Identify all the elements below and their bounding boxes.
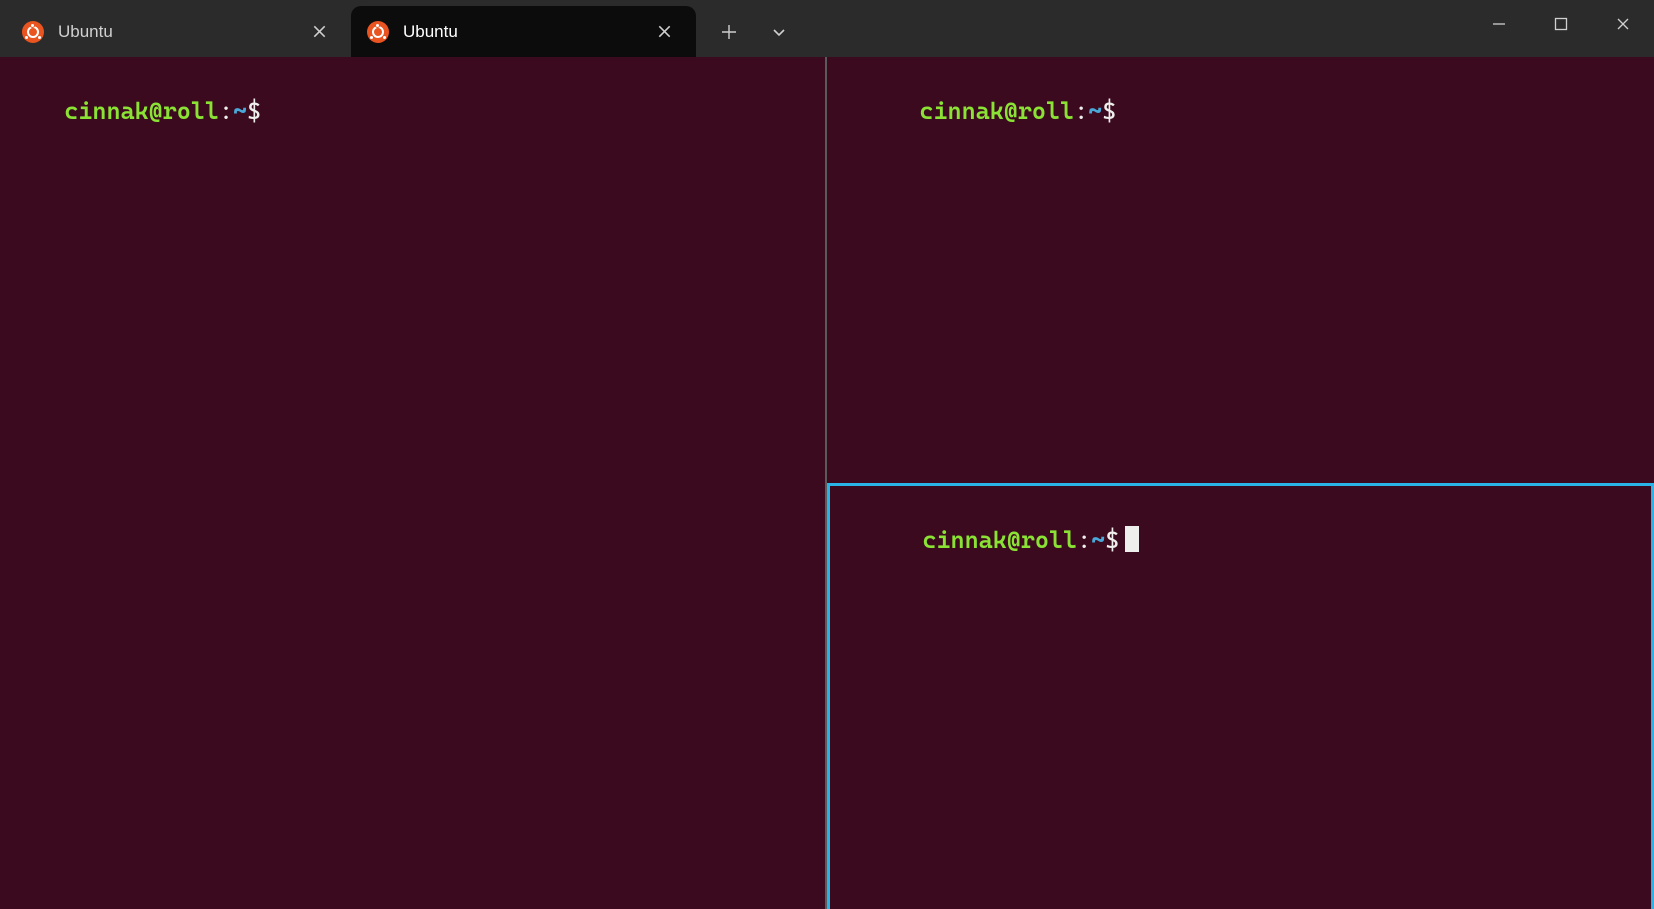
prompt-separator: :	[1074, 97, 1088, 125]
tab-strip: Ubuntu Ubuntu	[0, 0, 696, 57]
maximize-icon	[1554, 17, 1568, 31]
prompt-userhost: cinnak@roll	[919, 97, 1074, 125]
ubuntu-logo-icon	[22, 21, 44, 43]
close-tab-button[interactable]	[303, 16, 335, 48]
tab-label: Ubuntu	[58, 22, 289, 42]
minimize-icon	[1492, 17, 1506, 31]
prompt-path: ~	[233, 97, 247, 125]
prompt-sigil: $	[1102, 97, 1116, 125]
close-window-button[interactable]	[1592, 0, 1654, 48]
tab-label: Ubuntu	[403, 22, 634, 42]
text-cursor	[1125, 526, 1139, 552]
tab-dropdown-button[interactable]	[756, 8, 802, 56]
titlebar: Ubuntu Ubuntu	[0, 0, 1654, 57]
prompt-separator: :	[1077, 526, 1091, 554]
tab-ubuntu-1[interactable]: Ubuntu	[6, 6, 351, 57]
close-icon	[313, 25, 326, 38]
maximize-button[interactable]	[1530, 0, 1592, 48]
terminal-pane-bottom-right[interactable]: cinnak@roll:~$	[827, 483, 1654, 909]
tab-ubuntu-2[interactable]: Ubuntu	[351, 6, 696, 57]
prompt-sigil: $	[247, 97, 261, 125]
plus-icon	[721, 24, 737, 40]
window-controls	[1468, 0, 1654, 57]
prompt-sigil: $	[1105, 526, 1119, 554]
prompt-userhost: cinnak@roll	[64, 97, 219, 125]
titlebar-drag-region[interactable]	[802, 0, 1468, 57]
close-icon	[658, 25, 671, 38]
close-icon	[1616, 17, 1630, 31]
chevron-down-icon	[771, 24, 787, 40]
close-tab-button[interactable]	[648, 16, 680, 48]
prompt-separator: :	[219, 97, 233, 125]
terminal-workspace: cinnak@roll:~$ cinnak@roll:~$ cinnak@rol…	[0, 57, 1654, 909]
ubuntu-logo-icon	[367, 21, 389, 43]
minimize-button[interactable]	[1468, 0, 1530, 48]
terminal-pane-top-right[interactable]: cinnak@roll:~$	[827, 57, 1654, 483]
right-column: cinnak@roll:~$ cinnak@roll:~$	[827, 57, 1654, 909]
tab-actions	[696, 0, 802, 57]
prompt-path: ~	[1091, 526, 1105, 554]
prompt-userhost: cinnak@roll	[922, 526, 1077, 554]
terminal-pane-left[interactable]: cinnak@roll:~$	[0, 57, 827, 909]
prompt-path: ~	[1088, 97, 1102, 125]
new-tab-button[interactable]	[706, 8, 752, 56]
